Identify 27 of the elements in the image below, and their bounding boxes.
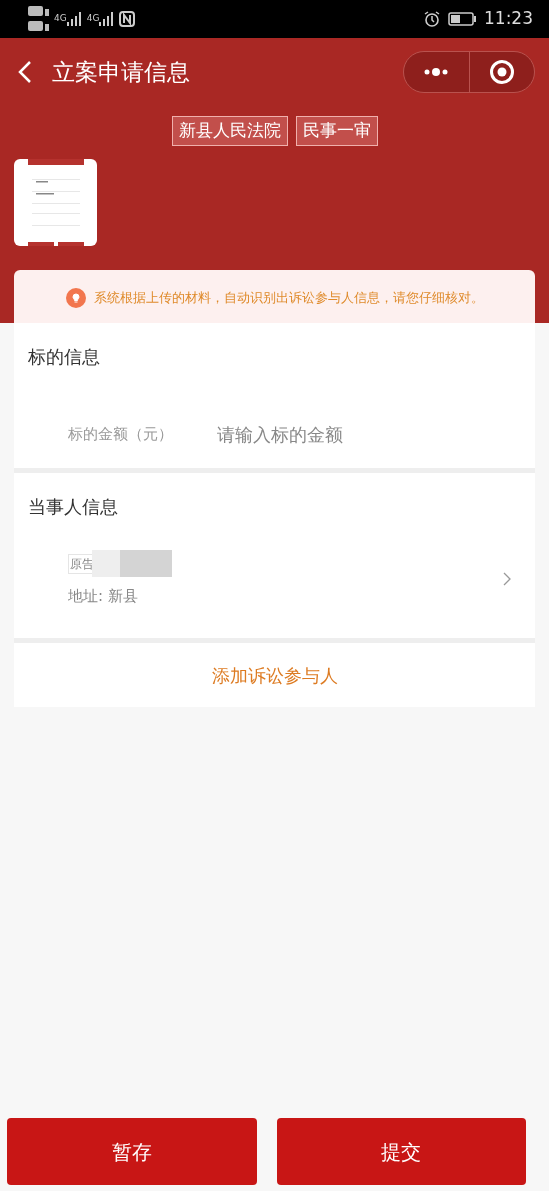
- back-icon[interactable]: [18, 60, 32, 84]
- section-title: 当事人信息: [27, 495, 119, 519]
- nfc-icon: [119, 11, 136, 27]
- network-label: 4G: [54, 12, 67, 25]
- more-icon[interactable]: [423, 67, 450, 77]
- sim-icon: [28, 4, 50, 34]
- alarm-icon: [424, 11, 440, 27]
- close-icon[interactable]: [488, 59, 515, 85]
- signal-icon: [66, 12, 83, 26]
- party-row[interactable]: 原告 地址: 新县: [14, 520, 535, 608]
- document-thumbnail[interactable]: [27, 158, 84, 246]
- party-address: 地址: 新县: [68, 586, 139, 607]
- submit-button[interactable]: 提交: [276, 1118, 526, 1185]
- section-title: 标的信息: [27, 345, 101, 369]
- notice-text: 系统根据上传的材料，自动识别出诉讼参与人信息，请您仔细核对。: [93, 288, 484, 307]
- lightbulb-icon: [65, 288, 86, 308]
- signal-icon: [99, 12, 116, 26]
- battery-icon: [448, 12, 476, 26]
- clock: 11:23: [484, 7, 533, 31]
- chevron-right-icon: [503, 571, 511, 586]
- court-tag: 新县人民法院: [171, 116, 288, 146]
- network-label: 4G: [86, 12, 100, 25]
- save-draft-button[interactable]: 暂存: [7, 1118, 257, 1185]
- page-title: 立案申请信息: [52, 57, 190, 87]
- court-tag: 民事一审: [295, 116, 378, 146]
- field-label: 标的金额（元）: [68, 424, 173, 446]
- amount-field[interactable]: 请输入标的金额: [215, 420, 415, 449]
